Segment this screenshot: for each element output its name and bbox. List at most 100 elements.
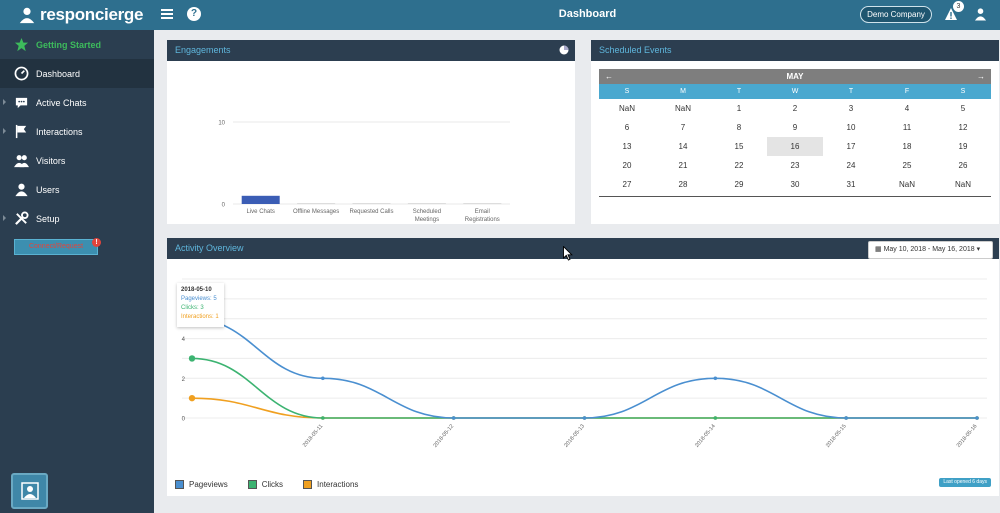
sidebar-item-label: Visitors (36, 155, 66, 166)
x-tick-label: 2018-05-16 (956, 423, 979, 448)
legend-swatch (175, 480, 184, 489)
mouse-cursor-icon (563, 246, 573, 261)
panel-header: Activity Overview ▦ May 10, 2018 - May 1… (167, 238, 999, 259)
calendar-day-today[interactable]: 16 (767, 137, 823, 156)
legend-label: Clicks (261, 480, 284, 489)
chat-icon (13, 95, 29, 111)
calendar-day[interactable]: 12 (935, 118, 991, 137)
sidebar-item-label: Setup (36, 213, 60, 224)
x-tick-label: 2018-05-13 (563, 423, 586, 448)
calendar-day[interactable]: NaN (879, 175, 935, 194)
calendar-grid: NaN NaN 1 2 3 4 5 6 7 8 9 10 11 12 13 14 15 16 17 18 19 20 21 2… (599, 99, 991, 194)
tooltip-pageviews: Pageviews: 5 (181, 296, 217, 302)
page-title: Dashboard (558, 8, 617, 20)
sidebar-item-label: Users (36, 184, 60, 195)
calendar-day[interactable]: 4 (879, 99, 935, 118)
sidebar-item-label: Active Chats (36, 97, 87, 108)
x-tick-label-line: Email (475, 209, 490, 215)
calendar-day[interactable]: 20 (599, 156, 655, 175)
calendar-day[interactable]: 26 (935, 156, 991, 175)
calendar-day[interactable]: 18 (879, 137, 935, 156)
calendar-day[interactable]: NaN (935, 175, 991, 194)
calendar-day[interactable]: NaN (599, 99, 655, 118)
agent-icon (21, 482, 39, 500)
calendar-day[interactable]: 25 (879, 156, 935, 175)
calendar-day[interactable]: 27 (599, 175, 655, 194)
calendar-day[interactable]: 2 (767, 99, 823, 118)
x-tick-label-line: Live Chats (247, 209, 275, 215)
calendar-day[interactable]: 15 (711, 137, 767, 156)
prev-month-button[interactable]: ← (605, 72, 613, 81)
sidebar-item-active-chats[interactable]: Active Chats (0, 88, 154, 117)
calendar-day[interactable]: 28 (655, 175, 711, 194)
data-point (713, 376, 718, 381)
sidebar-item-visitors[interactable]: Visitors (0, 146, 154, 175)
tooltip-date: 2018-05-10 (181, 287, 212, 293)
calendar-day[interactable]: 11 (879, 118, 935, 137)
calendar-divider (599, 196, 991, 197)
calendar-day[interactable]: NaN (655, 99, 711, 118)
series-line (191, 317, 977, 419)
data-point (713, 416, 718, 420)
expand-caret-icon (3, 128, 6, 134)
legend-item[interactable]: Interactions (303, 480, 358, 489)
activity-overview-panel: Activity Overview ▦ May 10, 2018 - May 1… (167, 238, 999, 496)
panel-header: Scheduled Events (591, 40, 999, 61)
company-button[interactable]: Demo Company (860, 6, 932, 23)
data-point (188, 394, 196, 402)
calendar-day[interactable]: 23 (767, 156, 823, 175)
y-tick-label: 10 (218, 121, 225, 127)
calendar-day[interactable]: 9 (767, 118, 823, 137)
pie-chart-icon[interactable] (559, 45, 569, 55)
y-tick-label: 0 (222, 203, 226, 209)
calendar-day[interactable]: 5 (935, 99, 991, 118)
calendar-day[interactable]: 8 (711, 118, 767, 137)
next-month-button[interactable]: → (977, 72, 985, 81)
legend-item[interactable]: Clicks (247, 480, 284, 489)
flag-icon (13, 124, 29, 140)
bar (241, 195, 280, 204)
calendar-day[interactable]: 31 (823, 175, 879, 194)
sidebar-item-interactions[interactable]: Interactions (0, 117, 154, 146)
calendar-day[interactable]: 3 (823, 99, 879, 118)
connect-request-button[interactable]: Connect/Request (14, 239, 98, 255)
calendar-day[interactable]: 21 (655, 156, 711, 175)
calendar-day[interactable]: 29 (711, 175, 767, 194)
sidebar-item-getting-started[interactable]: Getting Started (0, 30, 154, 59)
calendar-weekdays: SMTWTFS (599, 84, 991, 99)
data-point (321, 376, 325, 381)
x-tick-label: Scheduled Meetings (413, 209, 441, 223)
date-range-picker[interactable]: ▦ May 10, 2018 - May 16, 2018 ▾ (868, 241, 993, 259)
x-tick-label: 2018-05-12 (433, 423, 456, 448)
calendar-day[interactable]: 14 (655, 137, 711, 156)
tools-icon (13, 211, 29, 227)
legend-item[interactable]: Pageviews (175, 480, 228, 489)
calendar-day[interactable]: 1 (711, 99, 767, 118)
agent-status-button[interactable] (11, 473, 48, 509)
sidebar-item-dashboard[interactable]: Dashboard (0, 59, 154, 88)
bar (352, 203, 391, 204)
user-icon[interactable] (974, 7, 987, 21)
calendar-day[interactable]: 17 (823, 137, 879, 156)
last-opened-badge: Last opened 6 days (939, 478, 991, 487)
calendar-day[interactable]: 13 (599, 137, 655, 156)
chart-tooltip: 2018-05-10 Pageviews: 5 Clicks: 3 Intera… (177, 283, 224, 327)
sidebar-item-setup[interactable]: Setup (0, 204, 154, 233)
data-point (321, 416, 325, 420)
calendar-day[interactable]: 24 (823, 156, 879, 175)
x-tick-label-line: Requested Calls (349, 209, 393, 215)
engagements-panel: Engagements 10 0 Live Chats Offline Message… (167, 40, 575, 224)
calendar-day[interactable]: 6 (599, 118, 655, 137)
x-tick-label: 2018-05-14 (694, 423, 717, 448)
sidebar-item-users[interactable]: Users (0, 175, 154, 204)
calendar-day[interactable]: 19 (935, 137, 991, 156)
calendar-day[interactable]: 10 (823, 118, 879, 137)
x-tick-label: Offline Messages (293, 209, 339, 215)
weekday-label: W (791, 88, 799, 95)
series-line (191, 397, 977, 419)
panel-title: Activity Overview (175, 243, 244, 253)
visitors-icon (13, 153, 29, 169)
calendar-day[interactable]: 30 (767, 175, 823, 194)
calendar-day[interactable]: 22 (711, 156, 767, 175)
calendar-day[interactable]: 7 (655, 118, 711, 137)
